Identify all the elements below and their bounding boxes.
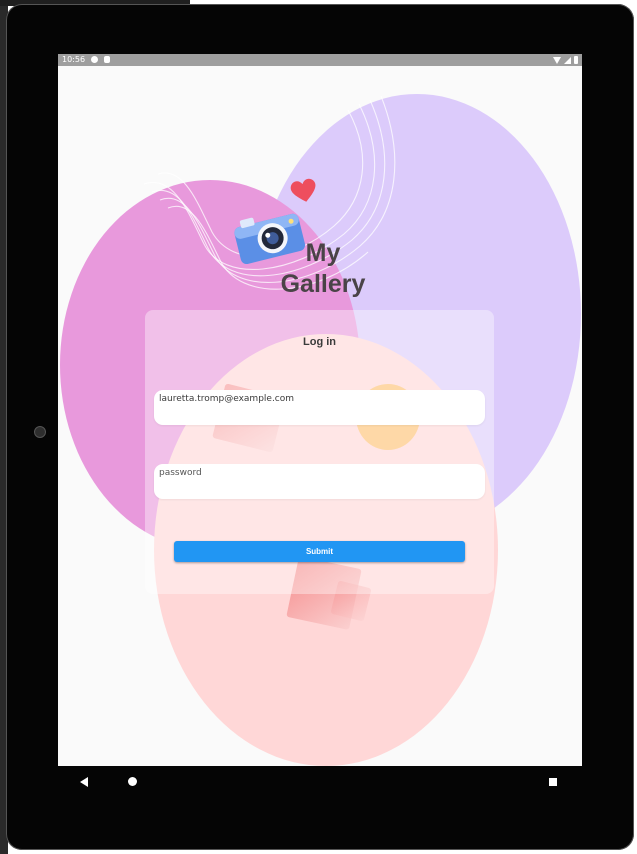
heart-icon — [290, 178, 316, 202]
login-heading: Log in — [303, 336, 336, 348]
sd-card-icon — [104, 56, 110, 63]
recent-apps-icon[interactable] — [549, 778, 557, 786]
login-panel: Log in Submit — [145, 310, 494, 594]
app-title-line-1: My — [305, 239, 341, 267]
status-time: 10:56 — [62, 55, 86, 64]
app-title: My Gallery — [258, 238, 388, 300]
status-bar: 10:56 — [58, 54, 582, 66]
app-screen: 10:56 My Gallery Log in lauretta.tromp@e… — [58, 54, 582, 766]
submit-button[interactable]: Submit — [174, 541, 465, 562]
navigation-bar — [58, 766, 582, 800]
front-camera — [34, 426, 46, 438]
password-field[interactable] — [159, 466, 477, 480]
email-field[interactable] — [159, 392, 477, 406]
back-icon[interactable] — [80, 777, 88, 787]
app-title-line-2: Gallery — [280, 270, 366, 298]
home-icon[interactable] — [128, 777, 137, 786]
password-field-container — [154, 464, 485, 499]
notification-icon — [91, 56, 98, 63]
wifi-icon — [553, 56, 561, 64]
signal-icon — [564, 56, 571, 64]
email-field-container — [154, 390, 485, 425]
battery-icon — [574, 56, 578, 64]
status-indicators — [553, 54, 578, 66]
